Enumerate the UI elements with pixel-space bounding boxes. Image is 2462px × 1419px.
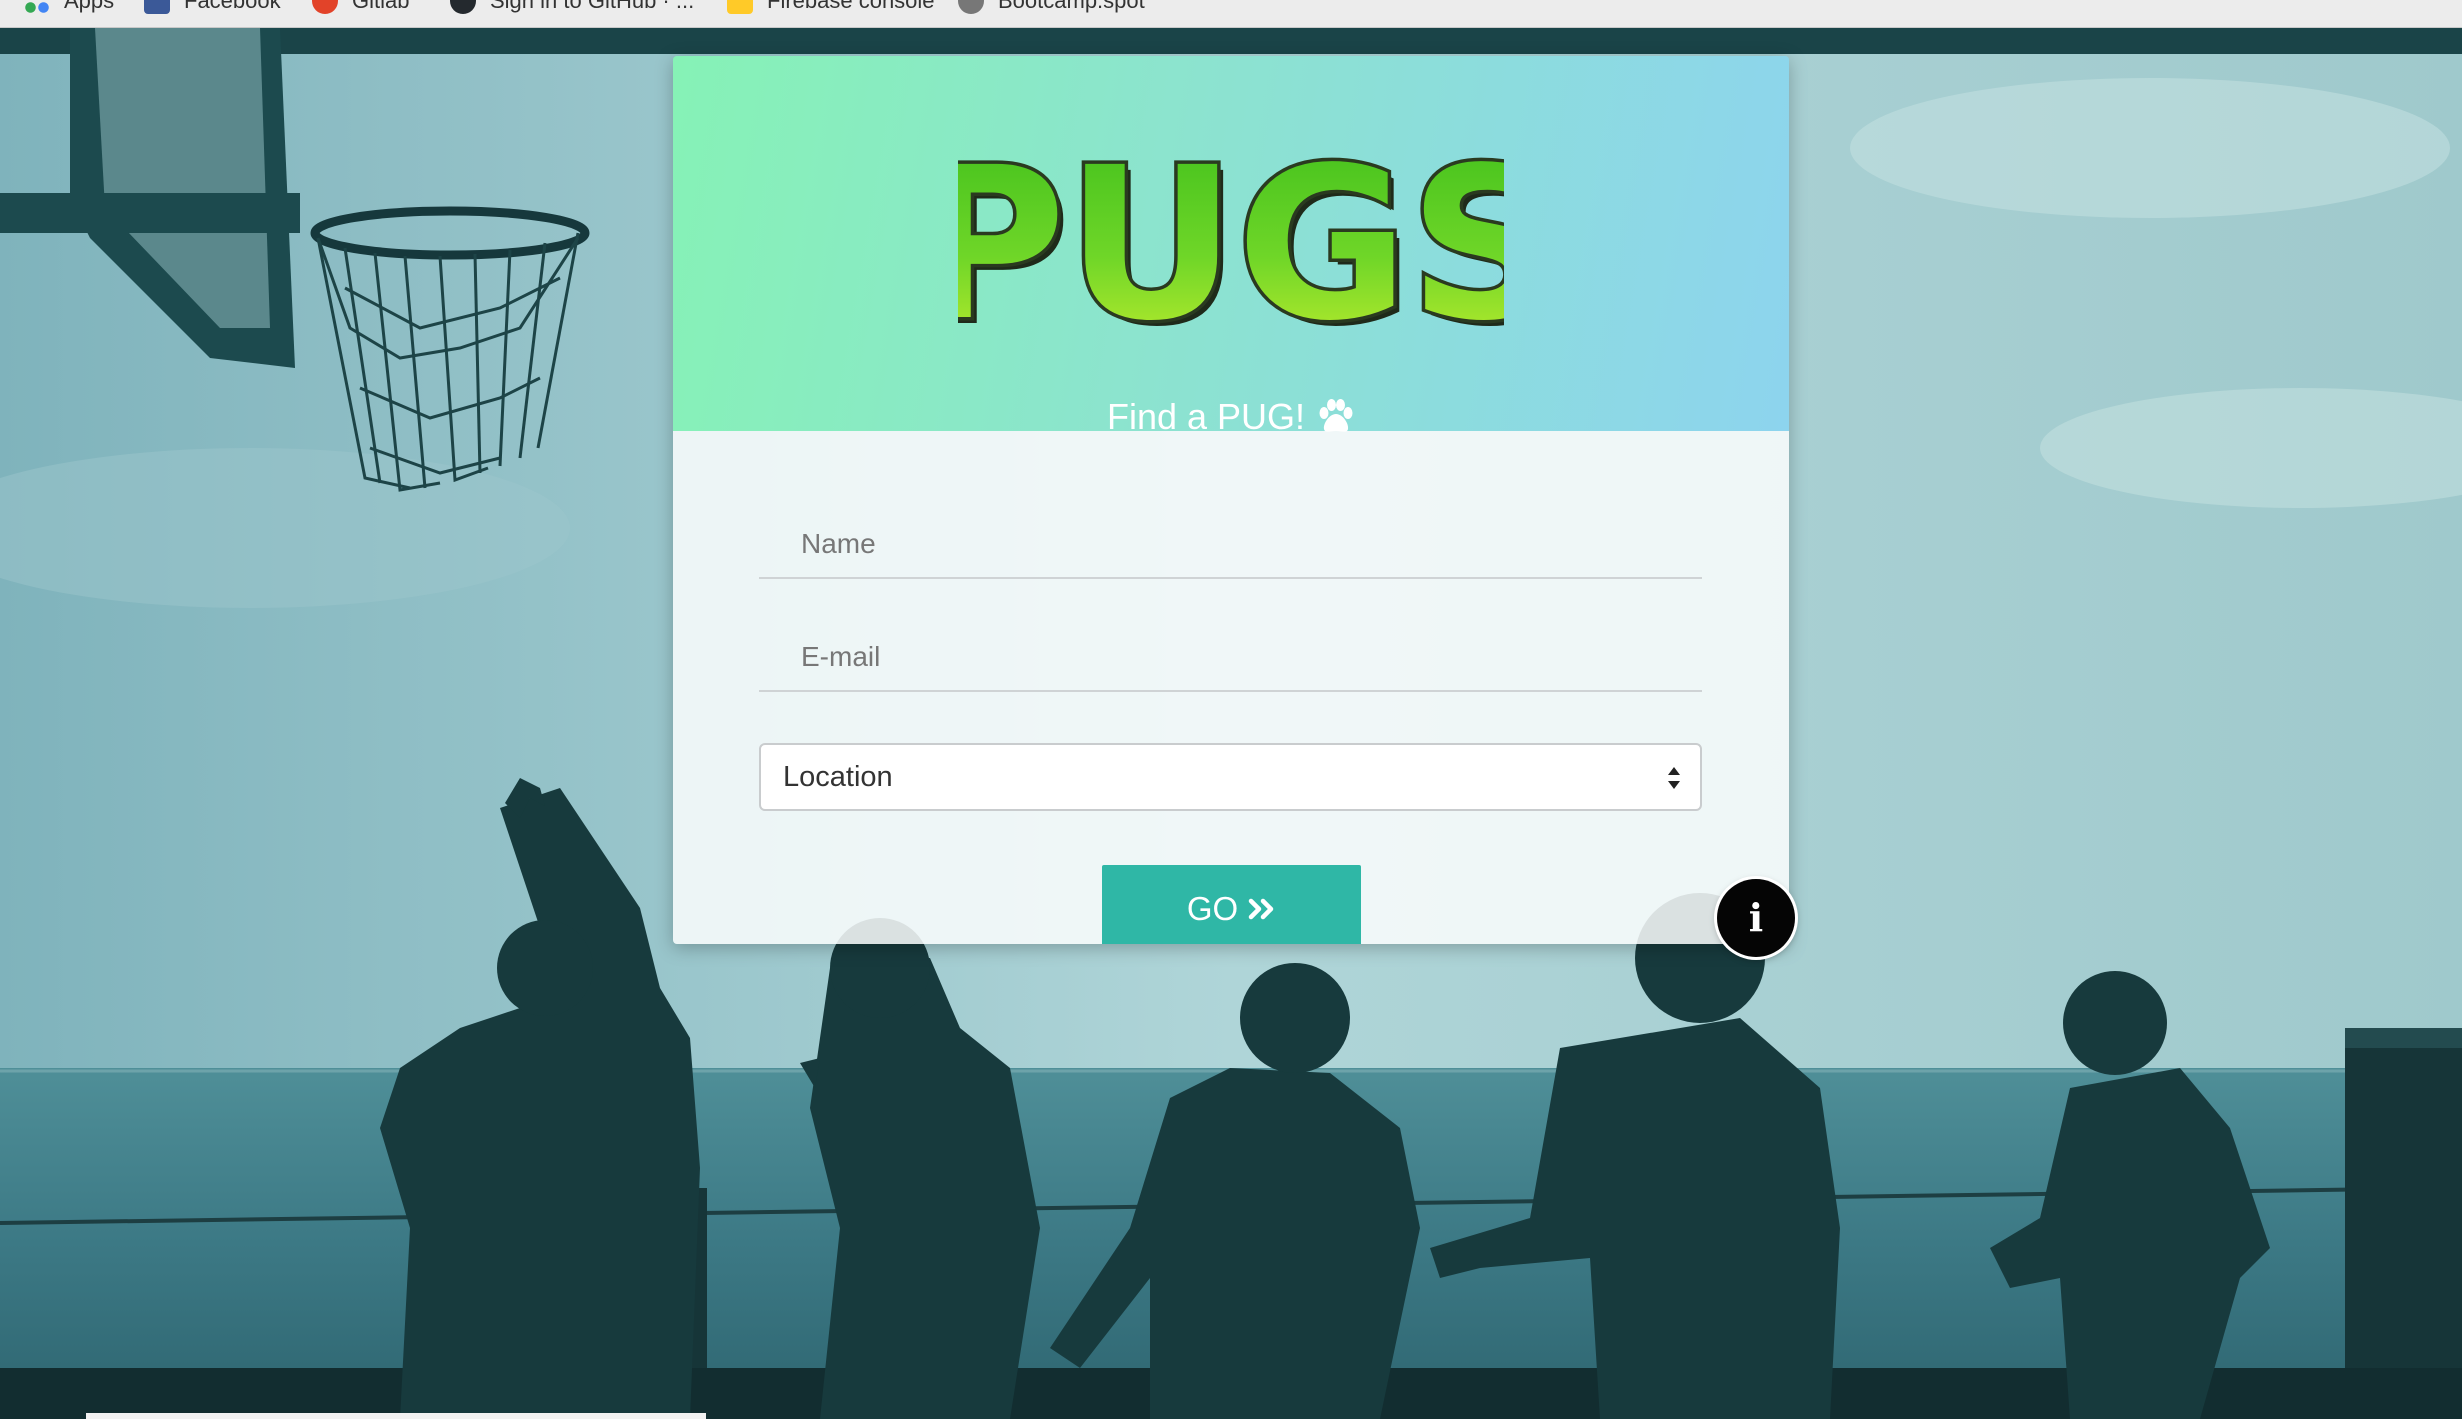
location-select[interactable]: Location [759, 743, 1702, 811]
gitlab-icon [312, 0, 338, 14]
go-button-label: GO [1186, 890, 1239, 927]
card-header: PUGS PUGS Find a PUG! [673, 56, 1789, 437]
github-icon [450, 0, 476, 14]
bookmark-label: Firebase console [767, 0, 935, 13]
bootcamp-icon [958, 0, 984, 14]
bookmark-gitlab[interactable]: Gitlab [312, 0, 409, 16]
bookmark-firebase[interactable]: Firebase console [727, 0, 935, 16]
bookmark-github[interactable]: Sign in to GitHub · ... [450, 0, 694, 16]
bookmark-apps[interactable]: Apps [24, 0, 114, 16]
bookmark-label: Sign in to GitHub · ... [490, 0, 695, 13]
sort-arrows-icon [1668, 767, 1680, 789]
logo-text: PUGS [958, 122, 1504, 367]
double-chevron-right-icon [1248, 898, 1274, 920]
go-button[interactable]: GO [1102, 865, 1361, 944]
bookmark-label: Bootcamp.spot [998, 0, 1145, 13]
card-body: Location GO [673, 431, 1789, 944]
firebase-icon [727, 0, 753, 14]
signup-card: PUGS PUGS Find a PUG! Location GO [673, 56, 1789, 944]
facebook-icon [144, 0, 170, 14]
pugs-logo: PUGS PUGS [958, 119, 1504, 374]
bottom-scroll-indicator [86, 1413, 706, 1419]
bookmark-facebook[interactable]: Facebook [144, 0, 281, 16]
name-input[interactable] [759, 511, 1702, 579]
bookmark-label: Apps [64, 0, 115, 13]
paw-icon [1319, 399, 1353, 432]
bookmark-bootcamp[interactable]: Bootcamp.spot [958, 0, 1145, 16]
info-icon: i [1748, 895, 1764, 940]
email-input[interactable] [759, 624, 1702, 692]
info-button[interactable]: i [1717, 879, 1795, 957]
bookmarks-bar: Apps Facebook Gitlab Sign in to GitHub ·… [0, 0, 2462, 28]
apps-icon [24, 0, 50, 14]
bookmark-label: Facebook [184, 0, 281, 13]
location-select-value: Location [783, 761, 893, 793]
bookmark-label: Gitlab [352, 0, 410, 13]
